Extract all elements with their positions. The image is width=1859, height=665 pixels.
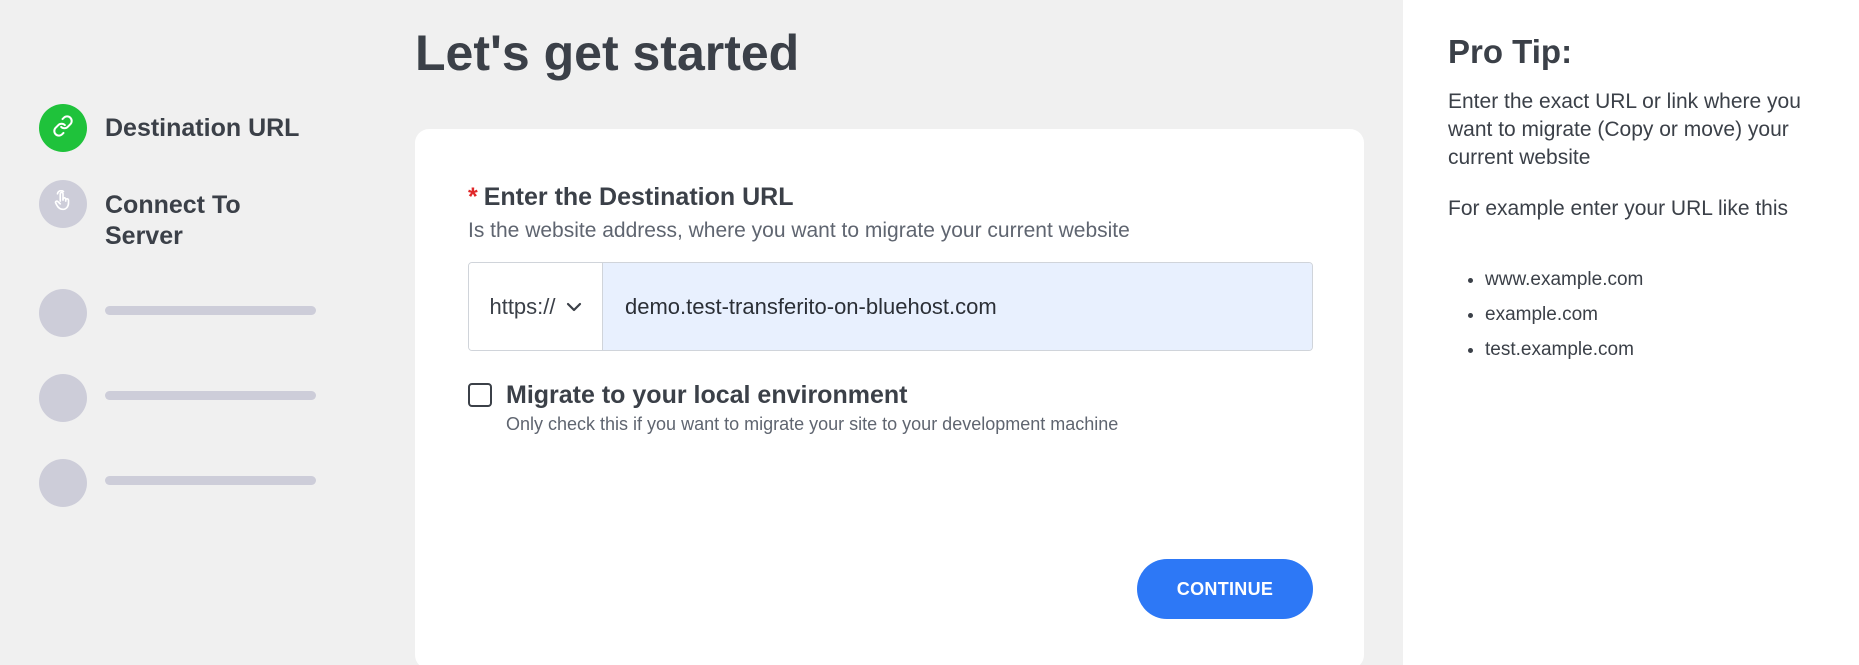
step-4-placeholder-circle [39, 374, 87, 422]
pro-tip-example-intro: For example enter your URL like this [1448, 197, 1789, 220]
list-item: test.example.com [1485, 332, 1643, 367]
pro-tip-text: Enter the exact URL or link where you wa… [1448, 90, 1801, 169]
hand-pointer-icon [52, 189, 74, 219]
page-title: Let's get started [415, 25, 800, 81]
chevron-down-icon [566, 302, 582, 312]
link-icon [52, 114, 74, 142]
step-5-placeholder-circle [39, 459, 87, 507]
pro-tip-title: Pro Tip: [1448, 33, 1573, 70]
local-environment-help: Only check this if you want to migrate y… [506, 414, 1119, 434]
step-3-placeholder-bar [105, 306, 316, 315]
step-destination-url-circle [39, 104, 87, 152]
destination-url-input[interactable] [603, 263, 1312, 350]
pro-tip-panel: Pro Tip: Enter the exact URL or link whe… [1403, 0, 1859, 665]
progress-stepper: Destination URL Connect To Server [0, 0, 360, 665]
pro-tip-examples: www.example.com example.com test.example… [1485, 262, 1643, 367]
list-item: example.com [1485, 297, 1643, 332]
step-connect-server-line1: Connect To [105, 191, 241, 219]
step-5-placeholder-bar [105, 476, 316, 485]
destination-url-label: * Enter the Destination URL [468, 183, 793, 212]
step-4-placeholder-bar [105, 391, 316, 400]
local-environment-checkbox[interactable] [468, 383, 492, 407]
list-item: www.example.com [1485, 262, 1643, 297]
protocol-value: https:// [489, 293, 556, 319]
url-input-group: https:// [468, 262, 1313, 351]
step-connect-server-line2: Server [105, 222, 183, 250]
destination-url-help: Is the website address, where you want t… [468, 219, 1130, 242]
local-environment-label[interactable]: Migrate to your local environment [506, 381, 907, 410]
continue-button[interactable]: CONTINUE [1137, 559, 1313, 619]
step-3-placeholder-circle [39, 289, 87, 337]
step-destination-url-label: Destination URL [105, 114, 300, 142]
step-connect-server-label: Connect To Server [105, 190, 241, 252]
required-mark: * [468, 183, 478, 211]
destination-url-label-text: Enter the Destination URL [483, 183, 794, 211]
destination-card: * Enter the Destination URL Is the websit… [415, 129, 1364, 665]
step-connect-server-circle [39, 180, 87, 228]
protocol-select[interactable]: https:// [469, 263, 603, 350]
